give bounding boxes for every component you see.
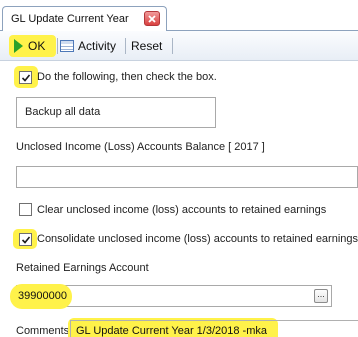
- play-arrow-icon: [14, 39, 23, 53]
- ok-button[interactable]: OK: [9, 35, 56, 57]
- close-icon[interactable]: [144, 11, 160, 26]
- retained-earnings-label: Retained Earnings Account: [16, 262, 149, 274]
- consolidate-accounts-checkbox[interactable]: [19, 233, 32, 246]
- comments-value: GL Update Current Year 1/3/2018 -mka: [76, 325, 267, 337]
- instruction-checkbox[interactable]: [19, 71, 32, 84]
- reset-button[interactable]: Reset: [131, 35, 169, 57]
- toolbar-separator: [57, 38, 58, 54]
- reset-button-label: Reset: [131, 39, 163, 53]
- tab-gl-update-current-year[interactable]: GL Update Current Year: [2, 6, 167, 32]
- instruction-label: Do the following, then check the box.: [37, 71, 217, 83]
- clear-accounts-label: Clear unclosed income (loss) accounts to…: [37, 204, 327, 216]
- tab-title: GL Update Current Year: [11, 13, 129, 25]
- account-lookup-button[interactable]: ...: [314, 289, 328, 303]
- task-text: Backup all data: [25, 106, 101, 118]
- activity-button-label: Activity: [78, 39, 117, 53]
- toolbar: OK Activity Reset: [0, 31, 358, 61]
- clear-accounts-checkbox[interactable]: [19, 203, 32, 216]
- consolidate-accounts-label: Consolidate unclosed income (loss) accou…: [37, 233, 358, 245]
- unclosed-balance-label: Unclosed Income (Loss) Accounts Balance …: [16, 141, 265, 153]
- task-box: Backup all data: [16, 97, 216, 128]
- comments-label: Comments: [16, 325, 70, 337]
- unclosed-balance-field: [16, 166, 358, 188]
- tab-strip: GL Update Current Year: [0, 0, 358, 32]
- toolbar-separator: [125, 38, 126, 54]
- ok-button-label: OK: [28, 39, 46, 53]
- activity-list-icon: [60, 40, 74, 52]
- activity-button[interactable]: Activity: [60, 35, 122, 57]
- retained-earnings-value: 39900000: [18, 290, 67, 302]
- toolbar-separator: [172, 38, 173, 54]
